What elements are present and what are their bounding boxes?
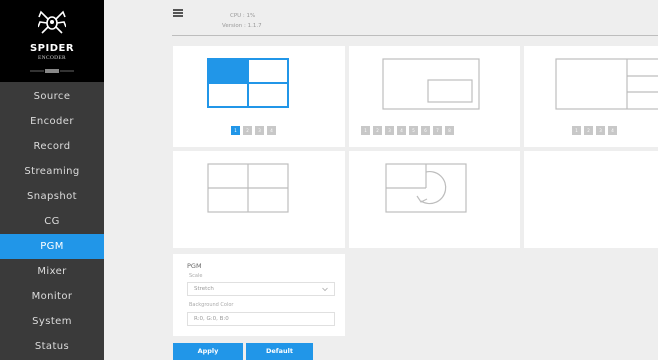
sidebar-item-pgm[interactable]: PGM <box>0 234 104 259</box>
page-button[interactable]: 5 <box>409 126 418 135</box>
version-label: Version : 1.1.7 <box>222 23 262 29</box>
sidebar-item-system[interactable]: System <box>0 309 104 334</box>
panel-title: PGM <box>187 262 202 270</box>
default-button[interactable]: Default <box>246 343 313 360</box>
chevron-down-icon <box>322 287 328 292</box>
sidebar-item-monitor[interactable]: Monitor <box>0 284 104 309</box>
layout-card-quad-outline[interactable] <box>173 151 345 248</box>
rotate-layout-icon <box>385 163 467 213</box>
quad-outline-layout-icon <box>207 163 289 213</box>
sidebar-item-cg[interactable]: CG <box>0 209 104 234</box>
spider-logo-icon <box>38 10 66 34</box>
page-button[interactable]: 3 <box>596 126 605 135</box>
sidebar-item-encoder[interactable]: Encoder <box>0 109 104 134</box>
apply-button[interactable]: Apply <box>173 343 243 360</box>
scale-select[interactable]: Stretch <box>187 282 335 296</box>
hamburger-icon[interactable] <box>173 9 183 17</box>
quad-layout-icon <box>207 58 289 108</box>
sidebar-item-streaming[interactable]: Streaming <box>0 159 104 184</box>
brand-name: SPIDER <box>29 43 75 54</box>
page-button[interactable]: 6 <box>421 126 430 135</box>
page-button[interactable]: 4 <box>608 126 617 135</box>
sidebar-item-snapshot[interactable]: Snapshot <box>0 184 104 209</box>
page-button[interactable]: 4 <box>397 126 406 135</box>
sidebar-item-record[interactable]: Record <box>0 134 104 159</box>
page-button[interactable]: 4 <box>267 126 276 135</box>
one-plus-three-layout-icon <box>555 58 658 110</box>
page-button[interactable]: 1 <box>361 126 370 135</box>
page-button[interactable]: 2 <box>584 126 593 135</box>
page-button[interactable]: 3 <box>385 126 394 135</box>
sidebar-item-source[interactable]: Source <box>0 84 104 109</box>
page-button[interactable]: 2 <box>243 126 252 135</box>
page-buttons: 1 2 3 4 <box>231 126 276 135</box>
sidebar: SPIDER ENCODER Source Encoder Record Str… <box>0 0 104 360</box>
layout-card-pip[interactable]: 1 2 3 4 5 6 7 8 <box>349 46 520 147</box>
background-color-label: Background Color <box>189 302 234 308</box>
sidebar-item-status[interactable]: Status <box>0 334 104 359</box>
product-name: ENCODER <box>37 55 67 61</box>
page-button[interactable]: 7 <box>433 126 442 135</box>
pip-layout-icon <box>382 58 480 110</box>
header-divider <box>172 35 658 36</box>
page-button[interactable]: 3 <box>255 126 264 135</box>
scale-value: Stretch <box>194 286 214 292</box>
pgm-settings-panel: PGM Scale Stretch Background Color R:0, … <box>173 254 345 336</box>
brand-logo: SPIDER ENCODER <box>0 0 104 82</box>
page-button[interactable]: 1 <box>572 126 581 135</box>
layout-card-quad[interactable]: 1 2 3 4 <box>173 46 345 147</box>
page-button[interactable]: 2 <box>373 126 382 135</box>
sidebar-item-mixer[interactable]: Mixer <box>0 259 104 284</box>
layout-card-empty <box>524 151 658 248</box>
page-button[interactable]: 8 <box>445 126 454 135</box>
partner-logo <box>30 69 74 73</box>
cpu-usage: CPU : 1% <box>230 13 256 19</box>
scale-label: Scale <box>189 273 203 279</box>
layout-card-one-plus-three[interactable]: 1 2 3 4 <box>524 46 658 147</box>
layout-card-rotate[interactable] <box>349 151 520 248</box>
background-color-field[interactable]: R:0, G:0, B:0 <box>187 312 335 326</box>
page-buttons: 1 2 3 4 <box>572 126 617 135</box>
page-buttons: 1 2 3 4 5 6 7 8 <box>361 126 454 135</box>
page-button[interactable]: 1 <box>231 126 240 135</box>
